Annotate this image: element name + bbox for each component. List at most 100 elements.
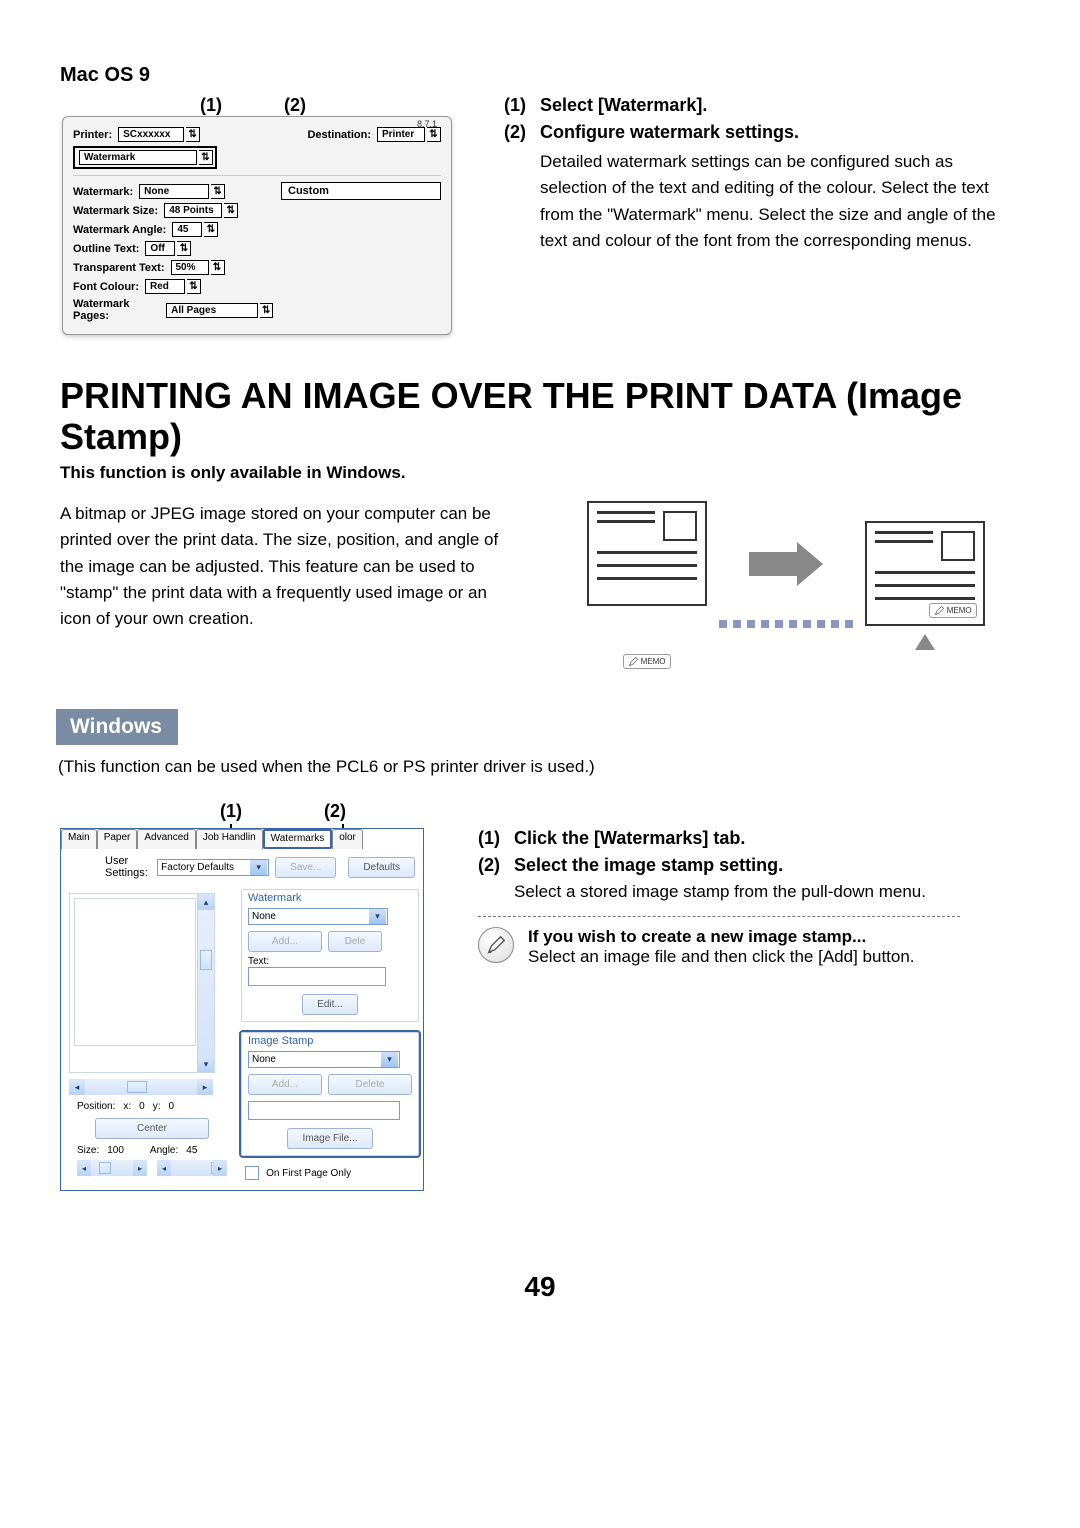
save-button[interactable]: Save...	[275, 857, 336, 878]
preview-scroll-x[interactable]: ◂ ▸	[69, 1079, 213, 1095]
scroll-right-icon[interactable]: ▸	[133, 1160, 147, 1176]
imgstamp-delete-button[interactable]: Delete	[328, 1074, 412, 1095]
panel-stepper[interactable]: ⇅	[199, 150, 213, 165]
watermark-angle-select[interactable]: 45	[172, 222, 202, 237]
wm-add-button[interactable]: Add...	[248, 931, 322, 952]
size-slider[interactable]: ◂ ▸	[77, 1160, 147, 1176]
windows-only-note: This function is only available in Windo…	[60, 463, 1080, 483]
tab-color[interactable]: olor	[332, 829, 363, 849]
scroll-down-icon[interactable]: ▾	[198, 1056, 214, 1072]
watermark-size-select[interactable]: 48 Points	[164, 203, 222, 218]
watermark-angle-stepper[interactable]: ⇅	[204, 222, 218, 237]
outline-text-select[interactable]: Off	[145, 241, 175, 256]
transparent-text-stepper[interactable]: ⇅	[211, 260, 225, 275]
step2-title: Configure watermark settings.	[540, 122, 799, 143]
tab-paper[interactable]: Paper	[97, 829, 138, 849]
tab-watermarks[interactable]: Watermarks	[263, 829, 333, 849]
imgstamp-add-button[interactable]: Add...	[248, 1074, 322, 1095]
watermark-pages-stepper[interactable]: ⇅	[260, 303, 273, 318]
image-file-field[interactable]	[248, 1101, 400, 1120]
pencil-circle-icon	[478, 927, 514, 963]
scroll-left-icon[interactable]: ◂	[69, 1079, 85, 1095]
image-stamp-title: Image Stamp	[248, 1035, 412, 1047]
image-stamp-group: Image Stamp None▾ Add... Delete Image Fi…	[241, 1032, 419, 1156]
callout-1: (1)	[200, 95, 222, 116]
win-step-2-body: Select a stored image stamp from the pul…	[514, 882, 960, 902]
win-step-2-num: (2)	[478, 855, 506, 876]
user-settings-select[interactable]: Factory Defaults▾	[157, 859, 269, 876]
tab-job-handling[interactable]: Job Handlin	[196, 829, 263, 849]
wm-delete-button[interactable]: Dele	[328, 931, 382, 952]
watermark-angle-label: Watermark Angle:	[73, 224, 166, 236]
image-stamp-figure: MEMO	[551, 501, 1020, 669]
preview-scroll-y[interactable]: ▴ ▾	[197, 894, 214, 1072]
scroll-right-icon[interactable]: ▸	[197, 1079, 213, 1095]
callout-2: (2)	[284, 95, 306, 116]
image-stamp-dropdown[interactable]: None▾	[248, 1051, 400, 1068]
dotted-path	[719, 620, 853, 628]
angle-label: Angle:	[150, 1145, 178, 1156]
doc-after-thumb: MEMO	[865, 521, 985, 626]
edit-button[interactable]: Edit...	[302, 994, 358, 1015]
chevron-down-icon: ▾	[250, 860, 267, 875]
destination-stepper[interactable]: ⇅	[427, 127, 441, 142]
windows-driver-note: (This function can be used when the PCL6…	[58, 757, 1080, 777]
pencil-icon	[934, 605, 945, 616]
defaults-button[interactable]: Defaults	[348, 857, 415, 878]
scroll-thumb-x[interactable]	[127, 1081, 147, 1093]
tip-body: Select an image file and then click the …	[528, 947, 915, 967]
font-colour-select[interactable]: Red	[145, 279, 185, 294]
printer-stepper[interactable]: ⇅	[186, 127, 200, 142]
watermark-text-input[interactable]	[248, 967, 386, 986]
memo-chip: MEMO	[623, 654, 671, 669]
macos9-heading: Mac OS 9	[60, 64, 1080, 87]
panel-select[interactable]: Watermark	[79, 150, 197, 165]
scroll-left-icon[interactable]: ◂	[157, 1160, 171, 1176]
watermark-group: Watermark None▾ Add... Dele Text:	[241, 889, 419, 1022]
destination-label: Destination:	[307, 129, 371, 141]
watermark-pages-select[interactable]: All Pages	[166, 303, 258, 318]
destination-select[interactable]: Printer	[377, 127, 425, 142]
scroll-up-icon[interactable]: ▴	[198, 894, 214, 910]
size-value: 100	[107, 1145, 124, 1156]
dialog-version: 8.7.1	[417, 119, 437, 129]
win-step-2-title: Select the image stamp setting.	[514, 855, 783, 876]
scroll-left-icon[interactable]: ◂	[77, 1160, 91, 1176]
doc-before-thumb	[587, 501, 707, 606]
watermark-stepper[interactable]: ⇅	[211, 184, 225, 199]
tab-main[interactable]: Main	[61, 829, 97, 849]
printer-select[interactable]: SCxxxxxx	[118, 127, 184, 142]
y-label: y:	[153, 1101, 161, 1112]
transparent-text-select[interactable]: 50%	[171, 260, 209, 275]
tab-advanced[interactable]: Advanced	[137, 829, 195, 849]
printer-label: Printer:	[73, 129, 112, 141]
user-settings-label: User Settings:	[105, 855, 151, 879]
position-label: Position:	[77, 1101, 115, 1112]
angle-slider[interactable]: ◂ ▸	[157, 1160, 227, 1176]
image-file-button[interactable]: Image File...	[287, 1128, 372, 1149]
preview-pane: ▴ ▾	[69, 893, 215, 1073]
callout-1b: (1)	[220, 801, 242, 822]
x-label: x:	[123, 1101, 131, 1112]
outline-text-stepper[interactable]: ⇅	[177, 241, 191, 256]
watermark-dropdown[interactable]: None▾	[248, 908, 388, 925]
custom-button[interactable]: Custom	[281, 182, 441, 200]
watermark-size-stepper[interactable]: ⇅	[224, 203, 238, 218]
tip-title: If you wish to create a new image stamp.…	[528, 927, 915, 947]
callout-2b: (2)	[324, 801, 346, 822]
x-value: 0	[139, 1101, 145, 1112]
macos-watermark-dialog: 8.7.1 Printer: SCxxxxxx ⇅ Destination: P…	[62, 116, 452, 335]
scroll-thumb[interactable]	[200, 950, 212, 970]
watermark-select[interactable]: None	[139, 184, 209, 199]
center-button[interactable]: Center	[95, 1118, 209, 1139]
outline-text-label: Outline Text:	[73, 243, 139, 255]
watermark-pages-label: Watermark Pages:	[73, 298, 160, 322]
first-page-checkbox[interactable]	[245, 1166, 259, 1180]
win-step-1-title: Click the [Watermarks] tab.	[514, 828, 745, 849]
windows-print-dialog: Main Paper Advanced Job Handlin Watermar…	[60, 828, 424, 1191]
transparent-text-label: Transparent Text:	[73, 262, 165, 274]
chevron-down-icon: ▾	[381, 1052, 398, 1067]
scroll-right-icon[interactable]: ▸	[213, 1160, 227, 1176]
arrow-up-icon	[915, 634, 935, 650]
font-colour-stepper[interactable]: ⇅	[187, 279, 201, 294]
